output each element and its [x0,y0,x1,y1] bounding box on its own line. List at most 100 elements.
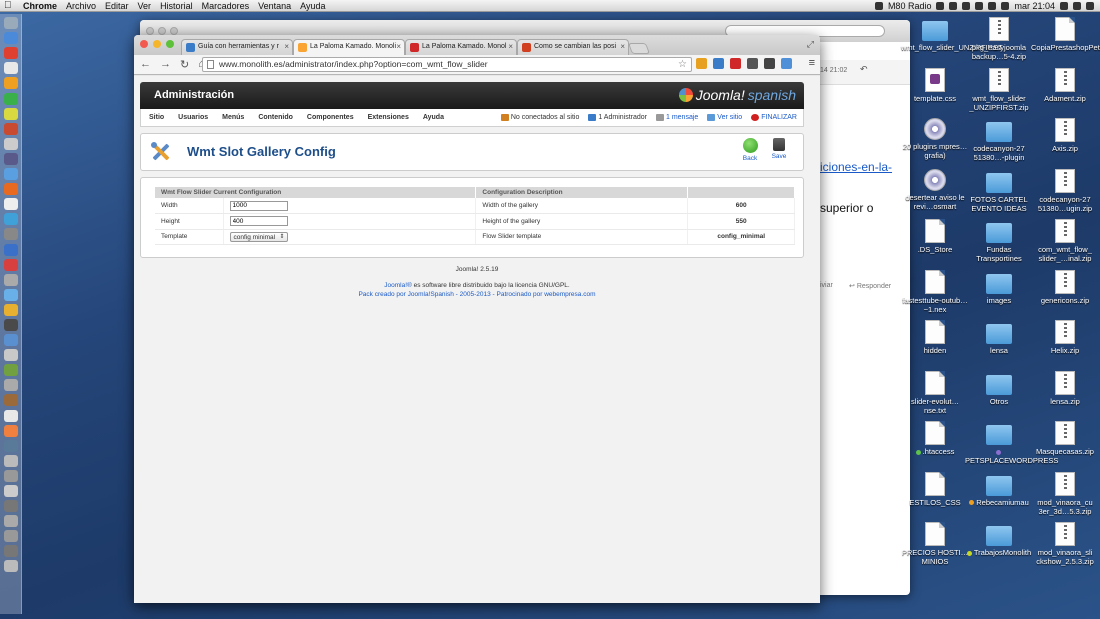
messages-link[interactable]: 1 mensaje [656,109,698,126]
joomla-link[interactable]: Joomla!® [384,282,412,289]
dock-app-icon[interactable] [3,198,18,211]
menu-ver[interactable]: Ver [138,0,152,12]
menu-editar[interactable]: Editar [105,0,129,12]
dock-app-icon[interactable] [3,273,18,286]
menu-sitio[interactable]: Sitio [149,109,164,126]
dock-app-icon[interactable] [3,439,18,452]
dock-app-icon[interactable] [3,424,18,437]
extension-icon[interactable] [781,58,792,69]
status-app-icon[interactable] [874,2,883,10]
minimize-icon[interactable] [158,27,166,35]
close-tab-icon[interactable]: × [620,40,625,54]
background-link[interactable]: iciones-en-la- [820,160,892,174]
extension-icon[interactable] [713,58,724,69]
dock-app-icon[interactable] [3,560,18,573]
desktop-file-icon[interactable]: Otros [965,371,1033,406]
dock-app-icon[interactable] [3,258,18,271]
dock-app-icon[interactable] [3,349,18,362]
template-select[interactable]: config minimal [229,231,288,242]
dock-app-icon[interactable] [3,243,18,256]
extension-icon[interactable] [730,58,741,69]
app-menu[interactable]: Chrome [23,0,57,12]
bluetooth-icon[interactable] [975,2,984,10]
timemachine-icon[interactable] [962,2,971,10]
browser-tab[interactable]: Guía con herramientas y r × [181,39,293,55]
dock-app-icon[interactable] [3,228,18,241]
menu-ventana[interactable]: Ventana [258,0,291,12]
desktop-file-icon[interactable]: Masquecasas.zip [1031,421,1099,456]
menu-usuarios[interactable]: Usuarios [178,109,208,126]
dock-app-icon[interactable] [3,469,18,482]
desktop-file-icon[interactable]: fastesttube-outub…~1.nex [901,269,969,314]
spotlight-icon[interactable] [1073,2,1081,10]
wifi-icon[interactable] [988,2,997,10]
dock-app-icon[interactable] [3,122,18,135]
browser-tab[interactable]: Como se cambian las posi × [517,39,629,55]
dock-app-icon[interactable] [3,318,18,331]
reply-action[interactable]: ↩ Responder [849,282,891,290]
desktop-file-icon[interactable]: lensa.zip [1031,370,1099,406]
dock-app-icon[interactable] [3,183,18,196]
close-window-icon[interactable] [140,40,148,48]
zoom-icon[interactable] [170,27,178,35]
user-icon[interactable] [1060,2,1068,10]
menu-menus[interactable]: Menús [222,109,244,126]
dock-app-icon[interactable] [3,47,18,60]
bookmark-star-icon[interactable]: ☆ [678,58,687,71]
menu-componentes[interactable]: Componentes [307,109,354,126]
desktop-file-icon[interactable]: TrabajosMonolith [965,522,1033,557]
forward-arrow-icon[interactable]: → [160,58,171,71]
height-input[interactable] [229,216,288,227]
dock-app-icon[interactable] [3,32,18,45]
dock-app-icon[interactable] [3,288,18,301]
radio-icon[interactable] [936,2,945,10]
browser-tab[interactable]: La Paloma Kamado. Monol × [405,39,517,55]
desktop-file-icon[interactable]: hidden [901,320,969,355]
dock-app-icon[interactable] [3,530,18,543]
close-tab-icon[interactable]: × [396,40,401,54]
desktop-file-icon[interactable]: Fundas Transportines [965,219,1033,263]
desktop-file-icon[interactable]: wmt_flow_slider _UNZIPFIRST.zip [965,67,1033,112]
fullscreen-icon[interactable]: ⤢ [807,39,814,50]
dock-app-icon[interactable] [3,17,18,30]
dock-app-icon[interactable] [3,454,18,467]
desktop-file-icon[interactable]: Helix.zip [1031,320,1099,355]
apple-menu-icon[interactable]:  [4,0,14,12]
desktop-file-icon[interactable]: genericons.zip [1031,269,1099,305]
zoom-window-icon[interactable] [166,40,174,48]
close-icon[interactable] [146,27,154,35]
dock-app-icon[interactable] [3,107,18,120]
dock-app-icon[interactable] [3,545,18,558]
desktop-file-icon[interactable]: PETSPLACEWORDPRESS [965,421,1058,465]
dock-app-icon[interactable] [3,364,18,377]
dock-app-icon[interactable] [3,152,18,165]
dock-app-icon[interactable] [3,334,18,347]
dock-app-icon[interactable] [3,137,18,150]
menu-contenido[interactable]: Contenido [258,109,293,126]
back-button[interactable]: Back [737,138,763,162]
chrome-menu-icon[interactable]: ≡ [809,57,815,69]
browser-tab[interactable]: La Paloma Kamado. Monoli × [293,39,405,55]
dock-app-icon[interactable] [3,515,18,528]
reload-icon[interactable]: ↻ [180,58,189,71]
menu-ayuda[interactable]: Ayuda [300,0,325,12]
dock-app-icon[interactable] [3,303,18,316]
dock-app-icon[interactable] [3,500,18,513]
minimize-window-icon[interactable] [153,40,161,48]
desktop-file-icon[interactable]: wmt_flow_slider_UNZIPFIRST [901,17,1003,52]
desktop-file-icon[interactable]: slider-evolut…nse.txt [901,370,969,415]
logout-link[interactable]: FINALIZAR [751,109,797,126]
close-tab-icon[interactable]: × [508,40,513,54]
desktop-file-icon[interactable]: lensa [965,320,1033,355]
address-bar[interactable]: www.monolith.es/administrator/index.php?… [202,57,692,72]
desktop-file-icon[interactable]: com_wmt_flow_ slider_…inal.zip [1031,219,1099,263]
desktop-file-icon[interactable]: pkg_easyjoomla backup…5-4.zip [965,17,1033,61]
sponsor-link[interactable]: webempresa.com [544,291,595,298]
view-site-link[interactable]: Ver sitio [707,109,742,126]
radio-label[interactable]: M80 Radio [888,0,932,12]
back-arrow-icon[interactable]: ← [140,58,151,71]
menu-archivo[interactable]: Archivo [66,0,96,12]
desktop-file-icon[interactable]: desertear aviso le revi…osmart [901,168,969,211]
extension-icon[interactable] [747,58,758,69]
dock-app-icon[interactable] [3,394,18,407]
